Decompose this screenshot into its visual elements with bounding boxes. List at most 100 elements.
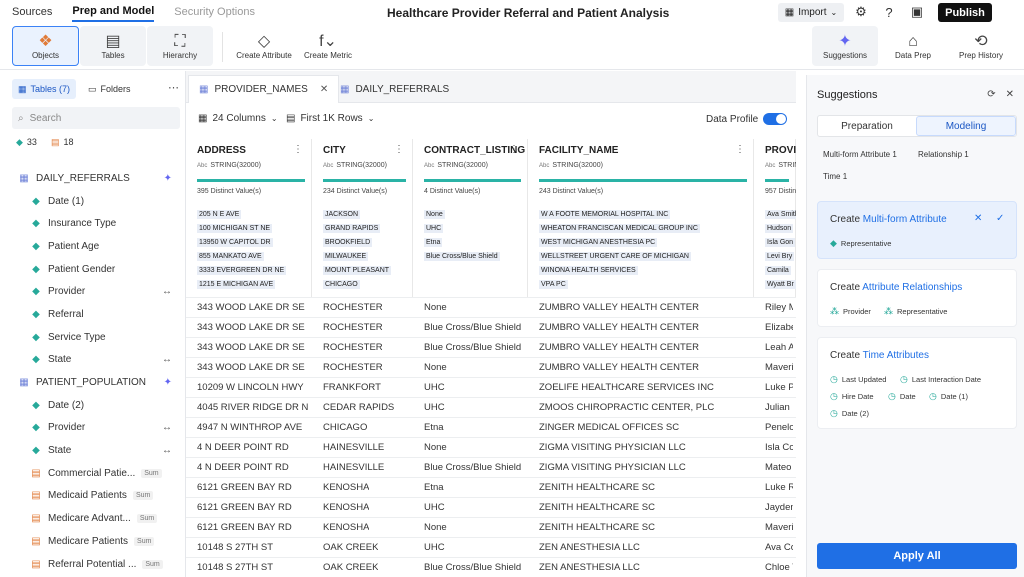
filter-chip[interactable]: Relationship 1 [918, 150, 969, 159]
tree-attribute-item[interactable]: ◆ Provider ↔ [0, 417, 185, 440]
card-title-link[interactable]: Attribute Relationships [862, 282, 962, 293]
publish-button[interactable]: Publish [938, 3, 992, 22]
column-name: FACILITY_NAME [539, 145, 619, 156]
tree-attribute-item[interactable]: ◆ Referral [0, 303, 185, 326]
column-menu-icon[interactable]: ⋮ [735, 144, 745, 155]
tree-table-item[interactable]: ▦ PATIENT_POPULATION ✦ [0, 371, 185, 394]
table-row[interactable]: 4947 N WINTHROP AVE CHICAGO Etna ZINGER MED… [186, 417, 796, 437]
table-row[interactable]: 6121 GREEN BAY RD KENOSHA UHC ZENITH HEALTH… [186, 497, 796, 517]
tree-metric-item[interactable]: ▤ Medicare Patients Sum [0, 530, 185, 553]
suggestion-card-multiform[interactable]: Create Multi-form Attribute ✕ ✓ ◆ Represe… [817, 201, 1017, 368]
table-cell: 4 N DEER POINT RD [197, 462, 289, 473]
column-menu-icon[interactable]: ⋮ [509, 144, 519, 155]
tree-attribute-item[interactable]: ◆ Date (1) [0, 190, 185, 213]
tables-button[interactable]: ▤ Tables [80, 26, 146, 66]
search-icon: ⌕ [18, 112, 24, 124]
table-row[interactable]: 343 WOOD LAKE DR SE ROCHESTER Blue Cross/B… [186, 317, 796, 337]
close-icon[interactable]: ✕ [320, 84, 328, 95]
tree-metric-item[interactable]: ▤ Medicaid Patients Sum [0, 485, 185, 508]
more-icon[interactable]: ⋯ [168, 81, 179, 94]
card-title-link[interactable]: Multi-form Attribute [863, 214, 947, 225]
suggestions-button[interactable]: ✦ Suggestions [812, 26, 878, 66]
suggestion-card-relationships[interactable]: Create Attribute Relationships ⁂ Provider… [817, 269, 1017, 327]
tree-attribute-item[interactable]: ◆ Patient Age [0, 235, 185, 258]
table-cell: 4947 N WINTHROP AVE [197, 422, 303, 433]
column-menu-icon[interactable]: ⋮ [394, 144, 404, 155]
save-icon[interactable]: ▣ [909, 4, 925, 20]
sample-value-text: MILWAUKEE [323, 252, 369, 261]
hierarchy-button[interactable]: ⛶ Hierarchy [147, 26, 213, 66]
tree-attribute-item[interactable]: ◆ Provider ↔ [0, 280, 185, 303]
filter-chip[interactable]: Time 1 [823, 172, 847, 181]
column-header[interactable]: CONTRACT_LISTING ⋮ Abc STRING(32000) 4 Disti… [413, 139, 528, 297]
tab-modeling[interactable]: Modeling [916, 116, 1016, 136]
nav-prep-and-model[interactable]: Prep and Model [72, 2, 155, 22]
tree-attribute-item[interactable]: ◆ Insurance Type [0, 212, 185, 235]
table-row[interactable]: 4045 RIVER RIDGE DR NE CEDAR RAPIDS UHC ZMO… [186, 397, 796, 417]
nav-sources[interactable]: Sources [12, 3, 52, 21]
tree-attribute-item[interactable]: ◆ Patient Gender [0, 258, 185, 281]
tree-attribute-item[interactable]: ◆ Date (2) [0, 394, 185, 417]
tab-provider-names[interactable]: ▦ PROVIDER_NAMES ✕ [188, 75, 340, 103]
table-row[interactable]: 4 N DEER POINT RD HAINESVILLE None ZIGMA VI… [186, 437, 796, 457]
table-row[interactable]: 343 WOOD LAKE DR SE ROCHESTER Blue Cross/B… [186, 337, 796, 357]
settings-icon[interactable]: ⚙ [853, 4, 869, 20]
chevron-down-icon: ⌄ [830, 8, 838, 17]
column-header[interactable]: FACILITY_NAME ⋮ Abc STRING(32000) 243 Distin… [528, 139, 754, 297]
column-header[interactable]: ADDRESS ⋮ Abc STRING(32000) 395 Distinct Val… [186, 139, 312, 297]
sample-values: 205 N E AVE 100 MICHIGAN ST NE 13950 W CAP… [197, 208, 287, 292]
table-row[interactable]: 6121 GREEN BAY RD KENOSHA None ZENITH HEALT… [186, 517, 796, 537]
tree-attribute-item[interactable]: ◆ Service Type [0, 326, 185, 349]
tab-daily-referrals[interactable]: ▦ DAILY_REFERRALS [330, 75, 459, 103]
data-prep-button[interactable]: ⌂ Data Prep [882, 26, 944, 66]
help-icon[interactable]: ? [881, 4, 897, 20]
create-metric-button[interactable]: f⌄ Create Metric [300, 26, 356, 66]
table-row[interactable]: 343 WOOD LAKE DR SE ROCHESTER None ZUMBRO V… [186, 357, 796, 377]
close-icon[interactable]: ✕ [1006, 89, 1014, 100]
refresh-icon[interactable]: ⟳ [987, 89, 995, 100]
tree-metric-item[interactable]: ▤ Commercial Patie... Sum [0, 462, 185, 485]
tab-folders[interactable]: ▭ Folders [82, 79, 137, 99]
table-row[interactable]: 6121 GREEN BAY RD KENOSHA Etna ZENITH HEALT… [186, 477, 796, 497]
column-header[interactable]: PROVIDER_NAME AbcSTRING(32000) 957 Distinc… [754, 139, 796, 297]
filter-chip[interactable]: Multi-form Attribute 1 [823, 150, 897, 159]
toggle-switch[interactable] [763, 113, 788, 125]
table-row[interactable]: 10148 S 27TH ST OAK CREEK Blue Cross/Blue … [186, 557, 796, 577]
prep-history-button[interactable]: ⟲ Prep History [950, 26, 1012, 66]
tree-attribute-item[interactable]: ◆ State ↔ [0, 439, 185, 462]
profile-bar [765, 179, 789, 182]
accept-icon[interactable]: ✓ [996, 213, 1004, 224]
table-cell: 6121 GREEN BAY RD [197, 522, 292, 533]
column-header[interactable]: CITY ⋮ Abc STRING(32000) 234 Distinct Value(… [312, 139, 413, 297]
table-row[interactable]: 343 WOOD LAKE DR SE ROCHESTER None ZUMBRO V… [186, 297, 796, 317]
tree-attribute-item[interactable]: ◆ State ↔ [0, 349, 185, 372]
sample-values: JACKSON GRAND RAPIDS BROOKFIELD MILWAUKEE MO… [323, 208, 392, 292]
table-cell: 6121 GREEN BAY RD [197, 502, 292, 513]
data-profile-toggle[interactable]: Data Profile [706, 113, 788, 125]
sparkle-icon[interactable]: ✦ [164, 173, 172, 184]
table-cell: UHC [424, 402, 445, 413]
search-input[interactable]: ⌕ Search [12, 107, 180, 129]
suggestion-card-time[interactable]: Create Time Attributes ◷ Last Updated ◷ La… [817, 337, 1017, 429]
tree-metric-item[interactable]: ▤ Referral Potential ... Sum [0, 553, 185, 576]
create-attribute-button[interactable]: ◇ Create Attribute [233, 26, 295, 66]
tab-preparation[interactable]: Preparation [818, 116, 916, 136]
table-row[interactable]: 10209 W LINCOLN HWY FRANKFORT UHC ZOELIFE H… [186, 377, 796, 397]
sample-value: Blue Cross/Blue Shield [424, 250, 500, 264]
apply-all-button[interactable]: Apply All [817, 543, 1017, 569]
columns-dropdown[interactable]: ▦ 24 Columns ⌄ [198, 113, 278, 124]
rows-dropdown[interactable]: ▤ First 1K Rows ⌄ [286, 113, 374, 124]
objects-button[interactable]: ❖ Objects [12, 26, 79, 66]
sparkle-icon[interactable]: ✦ [164, 377, 172, 388]
tree-metric-item[interactable]: ▤ Medicare Advant... Sum [0, 507, 185, 530]
nav-security-options[interactable]: Security Options [174, 3, 255, 21]
table-row[interactable]: 10148 S 27TH ST OAK CREEK UHC ZEN ANESTHESI… [186, 537, 796, 557]
tab-tables[interactable]: ▦ Tables (7) [12, 79, 77, 99]
tree-table-item[interactable]: ▦ DAILY_REFERRALS ✦ [0, 167, 185, 190]
dismiss-icon[interactable]: ✕ [974, 213, 982, 224]
attribute-icon: ◆ [32, 422, 40, 434]
import-button[interactable]: ▦ Import ⌄ [778, 3, 844, 22]
card-title-link[interactable]: Time Attributes [863, 350, 929, 361]
column-menu-icon[interactable]: ⋮ [293, 144, 303, 155]
table-row[interactable]: 4 N DEER POINT RD HAINESVILLE Blue Cross/B… [186, 457, 796, 477]
